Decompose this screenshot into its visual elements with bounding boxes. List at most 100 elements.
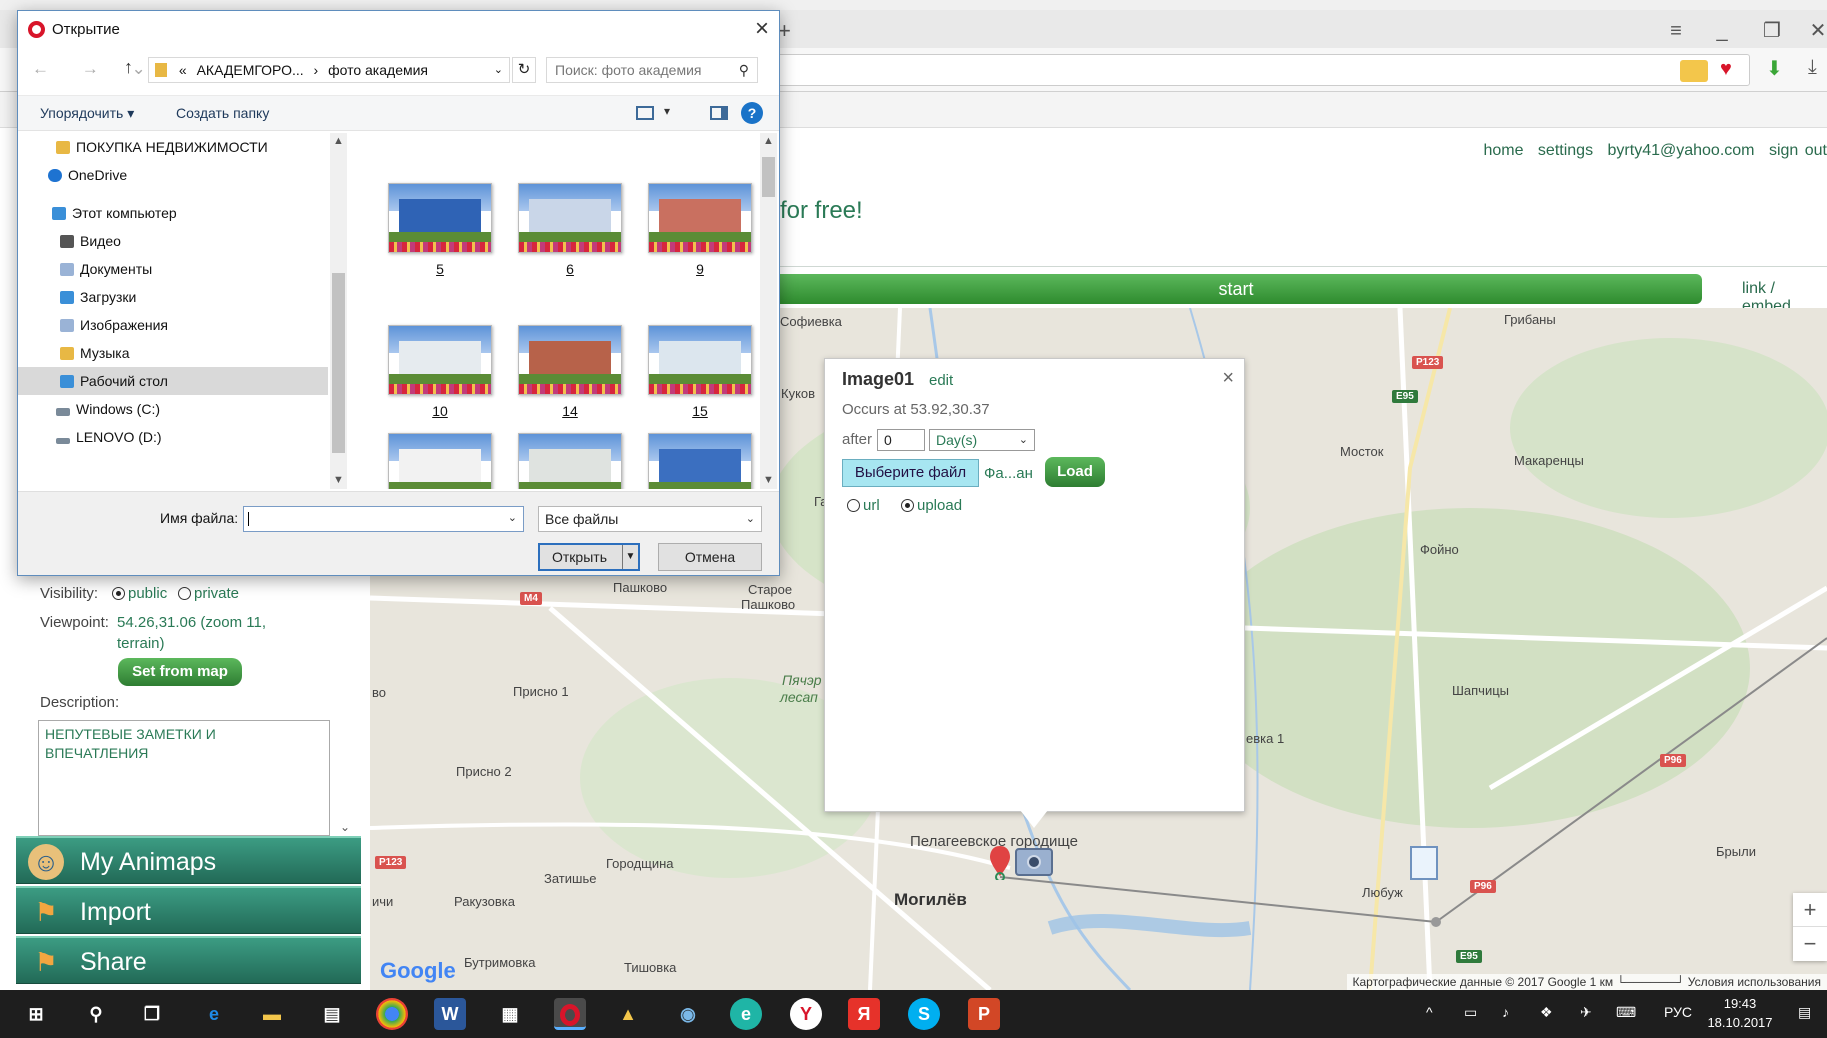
app-magnifier-icon[interactable]: ◉ <box>672 998 704 1030</box>
organize-menu[interactable]: Упорядочить ▾ <box>40 105 134 122</box>
tree-item-pictures[interactable]: Изображения <box>18 311 328 339</box>
popup-close-button[interactable]: × <box>1222 367 1234 390</box>
scroll-up-icon[interactable]: ▲ <box>330 133 347 150</box>
task-view-icon[interactable]: ❐ <box>136 998 168 1030</box>
filename-input[interactable]: ⌄ <box>243 506 524 532</box>
clock[interactable]: 19:43 18.10.2017 <box>1700 994 1780 1032</box>
user-email-link[interactable]: byrty41@yahoo.com <box>1608 142 1755 159</box>
tree-item-desktop[interactable]: Рабочий стол <box>18 367 328 395</box>
open-split-arrow-icon[interactable]: ▼ <box>622 545 638 569</box>
file-thumbnail[interactable] <box>518 433 622 489</box>
new-folder-button[interactable]: Создать папку <box>176 105 269 121</box>
after-input[interactable]: 0 <box>877 429 925 451</box>
description-textarea[interactable]: НЕПУТЕВЫЕ ЗАМЕТКИ И ВПЕЧАТЛЕНИЯ <box>38 720 330 836</box>
document-icon[interactable] <box>1410 846 1438 880</box>
airplane-icon[interactable]: ✈ <box>1580 1004 1592 1021</box>
breadcrumb-segment-1[interactable]: АКАДЕМГОРО... <box>197 62 304 78</box>
file-thumbnail[interactable] <box>388 183 492 253</box>
back-forward-icons[interactable]: ← → ⌄ <box>32 59 160 79</box>
cancel-button[interactable]: Отмена <box>658 543 762 571</box>
import-button[interactable]: ⚑ Import <box>16 886 361 934</box>
scroll-down-icon[interactable]: ▼ <box>330 472 347 489</box>
file-thumbnail-label[interactable]: 6 <box>518 261 622 277</box>
dropbox-icon[interactable]: ❖ <box>1540 1004 1553 1021</box>
visibility-public-radio[interactable]: public <box>112 585 167 602</box>
tree-item-documents[interactable]: Документы <box>18 255 328 283</box>
scroll-up-icon[interactable]: ▲ <box>760 133 777 150</box>
edit-link[interactable]: edit <box>929 372 953 389</box>
download-manager-icon[interactable]: ⬇ <box>1766 56 1783 81</box>
file-thumbnail[interactable] <box>648 183 752 253</box>
breadcrumb-segment-2[interactable]: фото академия <box>328 62 428 78</box>
tree-item-onedrive[interactable]: OneDrive <box>18 161 328 189</box>
chrome-icon[interactable] <box>376 998 408 1030</box>
set-from-map-button[interactable]: Set from map <box>118 658 242 686</box>
language-indicator[interactable]: РУС <box>1664 1004 1692 1020</box>
radio-url[interactable]: url <box>847 497 880 514</box>
preview-pane-icon[interactable] <box>710 106 728 120</box>
files-scrollbar[interactable]: ▲ ▼ <box>760 133 777 489</box>
notifications-icon[interactable]: ▤ <box>1798 1004 1811 1021</box>
close-window-button[interactable]: ✕ <box>1798 16 1827 46</box>
chevron-down-icon[interactable]: ▾ <box>664 104 670 118</box>
load-button[interactable]: Load <box>1045 457 1105 487</box>
map-pin-marker[interactable] <box>990 846 1010 880</box>
radio-upload[interactable]: upload <box>901 497 962 514</box>
tree-scrollbar[interactable]: ▲ ▼ <box>330 133 347 489</box>
tree-item-drive-d[interactable]: LENOVO (D:) <box>18 423 328 451</box>
file-thumbnail[interactable] <box>518 183 622 253</box>
files-scroll-thumb[interactable] <box>762 157 775 197</box>
zoom-out-button[interactable]: − <box>1793 927 1827 961</box>
yandex-icon[interactable]: Я <box>848 998 880 1030</box>
calculator-icon[interactable]: ▦ <box>494 998 526 1030</box>
file-thumbnail[interactable] <box>648 433 752 489</box>
app-warning-icon[interactable]: ▲ <box>612 998 644 1030</box>
file-thumbnail-label[interactable]: 9 <box>648 261 752 277</box>
sign-out-link[interactable]: sign out <box>1769 142 1827 159</box>
opera-taskbar-icon[interactable] <box>554 998 586 1030</box>
tree-item-drive-c[interactable]: Windows (C:) <box>18 395 328 423</box>
restore-button[interactable]: ❐ <box>1752 16 1792 46</box>
app-e-icon[interactable]: e <box>730 998 762 1030</box>
word-icon[interactable]: W <box>434 998 466 1030</box>
file-thumbnail[interactable] <box>648 325 752 395</box>
file-thumbnail[interactable] <box>388 325 492 395</box>
path-breadcrumb[interactable]: « АКАДЕМГОРО... › фото академия ⌄ <box>148 57 510 83</box>
scroll-down-icon[interactable]: ▼ <box>760 472 777 489</box>
settings-link[interactable]: settings <box>1538 142 1593 159</box>
file-thumbnail-label[interactable]: 10 <box>388 403 492 419</box>
file-thumbnail[interactable] <box>518 325 622 395</box>
tab-menu-icon[interactable]: ≡ <box>1656 16 1696 46</box>
refresh-icon[interactable]: ↻ <box>512 57 536 83</box>
home-link[interactable]: home <box>1483 142 1523 159</box>
start-icon[interactable]: ⊞ <box>20 998 52 1030</box>
skype-icon[interactable]: S <box>908 998 940 1030</box>
unit-select[interactable]: Day(s) ⌄ <box>929 429 1035 451</box>
explorer-icon[interactable]: ▬ <box>256 998 288 1030</box>
tree-item-this-pc[interactable]: Этот компьютер <box>18 199 328 227</box>
tray-chevron-icon[interactable]: ^ <box>1426 1004 1433 1020</box>
camera-icon[interactable] <box>1015 848 1053 876</box>
yandex-browser-icon[interactable]: Y <box>790 998 822 1030</box>
tree-scroll-thumb[interactable] <box>332 273 345 453</box>
heart-icon[interactable]: ♥ <box>1720 58 1732 81</box>
open-button[interactable]: Открыть ▼ <box>538 543 640 571</box>
up-folder-icon[interactable]: ↑ <box>124 57 133 78</box>
file-thumbnail-label[interactable]: 14 <box>518 403 622 419</box>
extension-icon[interactable] <box>1680 60 1708 82</box>
scroll-down-arrow[interactable]: ⌄ <box>340 820 350 834</box>
tree-item-downloads[interactable]: Загрузки <box>18 283 328 311</box>
address-input[interactable] <box>770 54 1750 86</box>
help-icon[interactable]: ? <box>741 102 763 124</box>
battery-icon[interactable]: ▭ <box>1464 1004 1477 1021</box>
zoom-in-button[interactable]: + <box>1793 893 1827 927</box>
tree-item-video[interactable]: Видео <box>18 227 328 255</box>
store-icon[interactable]: ▤ <box>316 998 348 1030</box>
chevron-down-icon[interactable]: ⌄ <box>508 511 517 524</box>
view-mode-icon[interactable] <box>636 106 654 120</box>
start-button[interactable]: start <box>770 274 1702 304</box>
filetype-select[interactable]: Все файлы ⌄ <box>538 506 762 532</box>
file-thumbnail[interactable] <box>388 433 492 489</box>
choose-file-button[interactable]: Выберите файл <box>842 459 979 487</box>
tree-item-purchase[interactable]: ПОКУПКА НЕДВИЖИМОСТИ <box>18 133 328 161</box>
